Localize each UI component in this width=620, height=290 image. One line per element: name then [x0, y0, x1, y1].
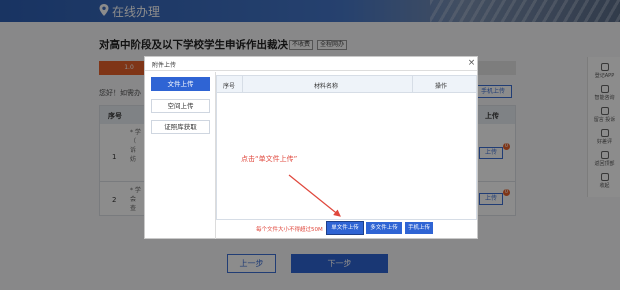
tab-license-library[interactable]: 证照库获取 [151, 120, 210, 134]
close-icon[interactable]: × [467, 59, 476, 68]
single-file-upload-button[interactable]: 单文件上传 [326, 221, 364, 235]
tab-file-upload[interactable]: 文件上传 [151, 77, 210, 91]
col-material-name: 材料名称 [314, 83, 339, 90]
attachment-upload-dialog: 附件上传 × 文件上传 空间上传 证照库获取 序号 材料名称 操作 点击“单文件… [144, 56, 478, 239]
dialog-divider [145, 70, 477, 71]
col-action: 操作 [435, 83, 448, 90]
upload-files-table-header: 序号 材料名称 操作 [217, 76, 476, 93]
col-index: 序号 [223, 83, 236, 90]
tab-space-upload[interactable]: 空间上传 [151, 99, 210, 113]
upload-files-table: 序号 材料名称 操作 [216, 75, 477, 220]
dialog-title: 附件上传 [152, 62, 177, 69]
file-size-note: 每个文件大小不得超过50M [256, 227, 323, 233]
column-divider [242, 76, 243, 93]
column-divider [412, 76, 413, 93]
mobile-upload-button[interactable]: 手机上传 [405, 222, 433, 234]
instruction-hint: 点击“单文件上传” [241, 155, 298, 163]
multi-file-upload-button[interactable]: 多文件上传 [366, 222, 402, 234]
